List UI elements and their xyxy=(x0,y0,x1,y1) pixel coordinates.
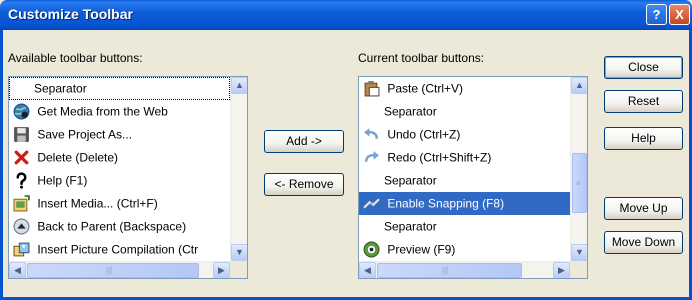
chevron-left-icon: ◀ xyxy=(364,265,371,275)
list-item[interactable]: Preview (F9) xyxy=(359,238,570,261)
preview-icon xyxy=(363,241,380,258)
current-listbox[interactable]: Paste (Ctrl+V) Separator Undo (Ctrl+Z) R… xyxy=(358,76,588,279)
list-item[interactable]: Delete (Delete) xyxy=(9,146,230,169)
move-up-button[interactable]: Move Up xyxy=(604,197,683,220)
scroll-left-button[interactable]: ◀ xyxy=(9,262,26,278)
chevron-up-icon: ▲ xyxy=(235,80,244,90)
chevron-right-icon: ▶ xyxy=(558,265,565,275)
scroll-right-button[interactable]: ▶ xyxy=(213,262,230,278)
add-button[interactable]: Add -> xyxy=(264,130,344,153)
help-button[interactable]: Help xyxy=(604,127,683,150)
available-list-items: Separator Get Media from the Web Save Pr… xyxy=(9,77,230,261)
current-label: Current toolbar buttons: xyxy=(358,51,485,65)
window-title: Customize Toolbar xyxy=(8,6,133,22)
title-bar[interactable]: Customize Toolbar ? X xyxy=(0,0,692,30)
redo-arrow-icon xyxy=(364,151,379,163)
undo-arrow-icon xyxy=(364,128,379,140)
snap-icon xyxy=(363,198,380,209)
available-horizontal-scrollbar[interactable]: ◀ ||| ▶ xyxy=(9,261,230,278)
list-item[interactable]: Insert Picture Compilation (Ctr xyxy=(9,238,230,261)
title-help-button[interactable]: ? xyxy=(646,4,667,25)
red-x-icon xyxy=(14,150,29,165)
reset-button[interactable]: Reset xyxy=(604,90,683,113)
list-item[interactable]: Back to Parent (Backspace) xyxy=(9,215,230,238)
question-mark-icon xyxy=(16,172,27,189)
scroll-right-button[interactable]: ▶ xyxy=(553,262,570,278)
list-item[interactable]: Undo (Ctrl+Z) xyxy=(359,123,570,146)
list-item[interactable]: Redo (Ctrl+Shift+Z) xyxy=(359,146,570,169)
list-item-selected[interactable]: Enable Snapping (F8) xyxy=(359,192,570,215)
grip-icon: ≡ xyxy=(576,179,581,188)
close-button[interactable]: Close xyxy=(604,56,683,79)
horizontal-scroll-thumb[interactable]: ||| xyxy=(27,263,199,278)
list-item[interactable]: Insert Media... (Ctrl+F) xyxy=(9,192,230,215)
move-down-button[interactable]: Move Down xyxy=(604,231,683,254)
remove-button[interactable]: <- Remove xyxy=(264,173,344,196)
close-icon: X xyxy=(675,7,684,22)
grip-icon: ||| xyxy=(106,266,113,275)
grip-icon: ||| xyxy=(442,266,449,275)
list-item[interactable]: Separator xyxy=(359,169,570,192)
list-item[interactable]: Paste (Ctrl+V) xyxy=(359,77,570,100)
list-item[interactable]: Separator xyxy=(359,215,570,238)
help-icon: ? xyxy=(652,7,661,22)
globe-icon xyxy=(13,103,30,120)
scroll-up-button[interactable]: ▲ xyxy=(231,77,247,94)
title-close-button[interactable]: X xyxy=(669,4,690,25)
horizontal-scroll-thumb[interactable]: ||| xyxy=(377,263,522,278)
current-horizontal-scrollbar[interactable]: ◀ ||| ▶ xyxy=(359,261,570,278)
current-vertical-scrollbar[interactable]: ▲ ≡ ▼ xyxy=(570,77,587,261)
list-item[interactable]: Separator xyxy=(359,100,570,123)
scroll-corner xyxy=(230,261,247,278)
picture-compilation-icon xyxy=(13,242,30,257)
chevron-left-icon: ◀ xyxy=(14,265,21,275)
current-list-items: Paste (Ctrl+V) Separator Undo (Ctrl+Z) R… xyxy=(359,77,570,261)
chevron-right-icon: ▶ xyxy=(218,265,225,275)
vertical-scroll-thumb[interactable]: ≡ xyxy=(572,153,587,213)
insert-media-icon xyxy=(13,195,30,212)
scroll-down-button[interactable]: ▼ xyxy=(571,244,587,261)
list-item[interactable]: Separator xyxy=(9,77,230,100)
list-item[interactable]: Help (F1) xyxy=(9,169,230,192)
scroll-up-button[interactable]: ▲ xyxy=(571,77,587,94)
floppy-disk-icon xyxy=(14,127,29,143)
list-item[interactable]: Get Media from the Web xyxy=(9,100,230,123)
chevron-down-icon: ▼ xyxy=(235,247,244,257)
chevron-down-icon: ▼ xyxy=(575,247,584,257)
scroll-left-button[interactable]: ◀ xyxy=(359,262,376,278)
available-vertical-scrollbar[interactable]: ▲ ▼ xyxy=(230,77,247,261)
scroll-corner xyxy=(570,261,587,278)
available-listbox[interactable]: Separator Get Media from the Web Save Pr… xyxy=(8,76,248,279)
up-arrow-circle-icon xyxy=(13,218,30,235)
available-label: Available toolbar buttons: xyxy=(8,51,143,65)
scroll-down-button[interactable]: ▼ xyxy=(231,244,247,261)
list-item[interactable]: Save Project As... xyxy=(9,123,230,146)
chevron-up-icon: ▲ xyxy=(575,80,584,90)
clipboard-icon xyxy=(364,81,380,97)
